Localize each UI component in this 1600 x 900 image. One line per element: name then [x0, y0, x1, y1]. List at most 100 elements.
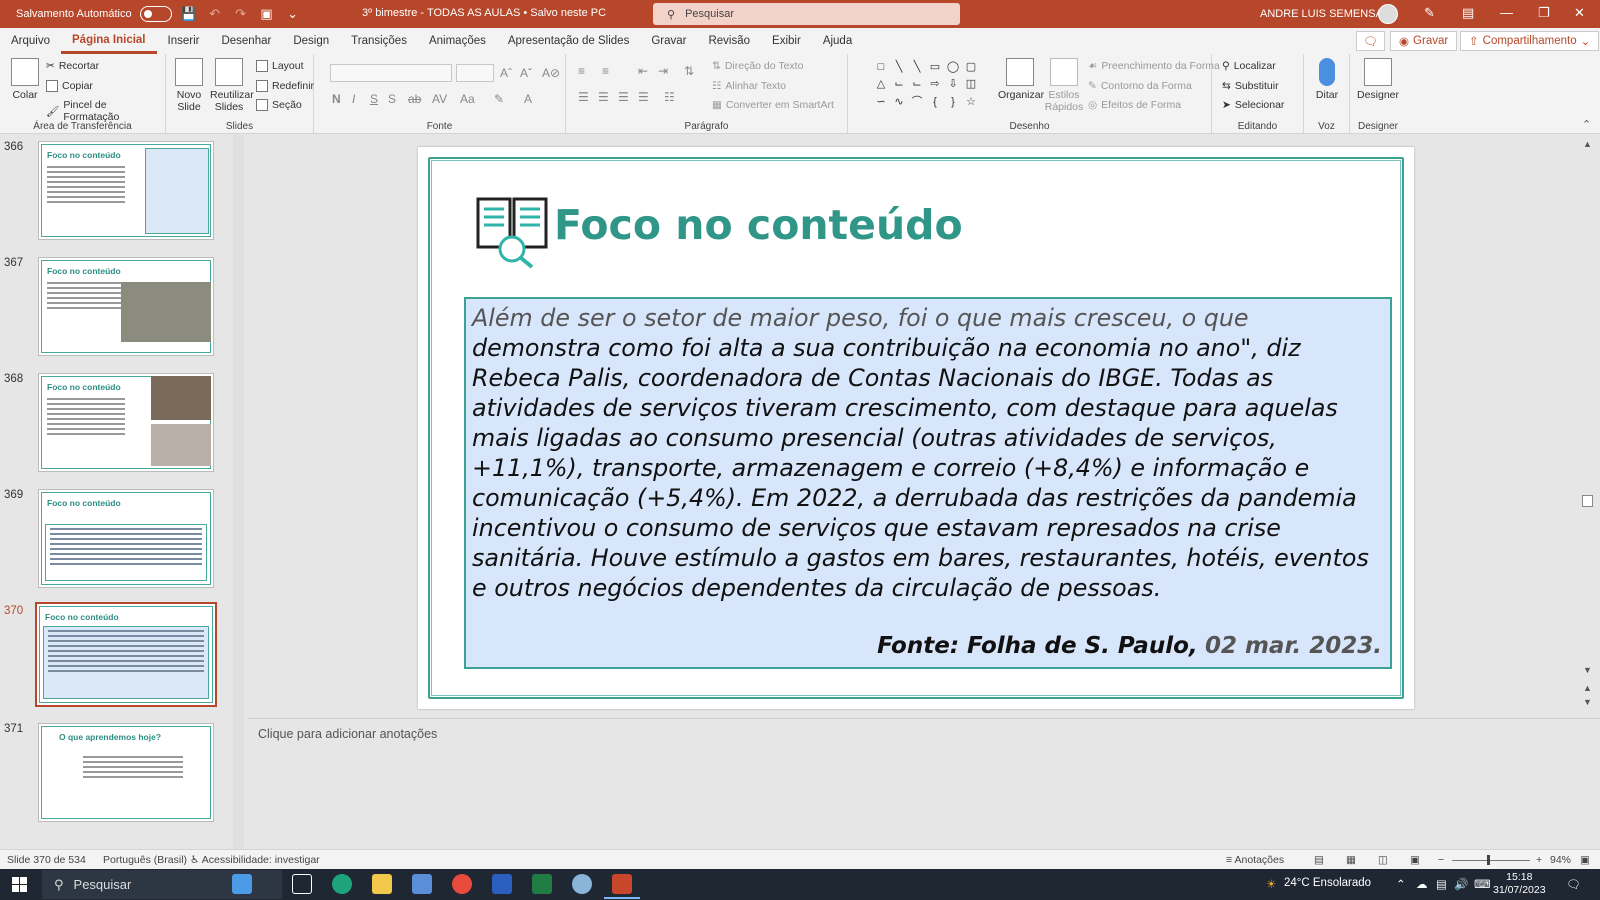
brace-shape-icon[interactable]: }	[945, 95, 961, 110]
line-spacing-icon[interactable]: ⇅	[684, 64, 694, 78]
zoom-level[interactable]: 94%	[1550, 854, 1571, 866]
avatar[interactable]	[1378, 4, 1398, 24]
reuse-slides-button[interactable]: Reutilizar Slides	[210, 58, 254, 113]
file-explorer-icon[interactable]	[372, 874, 392, 894]
slide-sorter-icon[interactable]: ▦	[1346, 854, 1356, 866]
increase-indent-icon[interactable]: ⇥	[658, 64, 668, 78]
zoom-out-icon[interactable]: −	[1438, 854, 1444, 866]
tab-gravar[interactable]: Gravar	[640, 28, 697, 54]
shapes-gallery[interactable]: □ ╲ ╲ ▭ ◯ ▢ △ ⌙ ⌙ ⇨ ⇩ ◫ ∽ ∿ ⌒ { } ☆	[873, 60, 981, 110]
notifications-icon[interactable]: 🗨	[1566, 877, 1581, 891]
store-icon[interactable]	[412, 874, 432, 894]
dictate-button[interactable]: Ditar	[1310, 58, 1344, 101]
fit-slide-icon[interactable]: ▣	[1580, 854, 1590, 866]
font-color-icon[interactable]: A	[524, 92, 532, 106]
minimize-icon[interactable]: —	[1500, 5, 1513, 20]
font-size-box[interactable]	[456, 64, 494, 82]
arrow-down-shape-icon[interactable]: ⇩	[945, 77, 961, 92]
tab-design[interactable]: Design	[282, 28, 340, 54]
slide-thumbnail-367[interactable]: Foco no conteúdo	[38, 257, 214, 356]
network-icon[interactable]: ▤	[1436, 877, 1447, 891]
text-direction-button[interactable]: ⇅ Direção do Texto	[712, 60, 803, 72]
scroll-up-icon[interactable]: ▲	[1583, 139, 1592, 149]
tab-inserir[interactable]: Inserir	[157, 28, 211, 54]
tab-transicoes[interactable]: Transições	[340, 28, 418, 54]
arrow-right-shape-icon[interactable]: ⇨	[927, 77, 943, 92]
decrease-font-icon[interactable]: Aˇ	[520, 66, 532, 80]
customize-toolbar-icon[interactable]: ⌄	[284, 5, 302, 23]
change-case-icon[interactable]: Aa	[460, 92, 475, 106]
increase-font-icon[interactable]: Aˆ	[500, 66, 512, 80]
edge-browser-icon[interactable]	[332, 874, 352, 894]
powerpoint-icon[interactable]	[604, 874, 640, 899]
task-view-icon[interactable]	[292, 874, 312, 894]
rectangle-shape-icon[interactable]: ▭	[927, 60, 943, 75]
tab-revisao[interactable]: Revisão	[697, 28, 761, 54]
columns-icon[interactable]: ☷	[664, 90, 675, 104]
redo-icon[interactable]: ↷	[232, 5, 250, 23]
reading-view-icon[interactable]: ◫	[1378, 854, 1388, 866]
previous-slide-icon[interactable]: ▲	[1583, 683, 1592, 693]
settings-app-icon[interactable]	[572, 874, 592, 894]
highlight-icon[interactable]: ✎	[494, 92, 504, 106]
align-center-icon[interactable]: ☰	[598, 90, 609, 104]
italic-icon[interactable]: I	[352, 92, 355, 106]
language-indicator[interactable]: Português (Brasil)	[103, 854, 187, 866]
slide-scrollbar[interactable]: ▲ ▼ ▲ ▼	[1575, 135, 1600, 718]
justify-icon[interactable]: ☰	[638, 90, 649, 104]
smartart-button[interactable]: ▦ Converter em SmartArt	[712, 99, 834, 111]
notes-placeholder[interactable]: Clique para adicionar anotações	[258, 727, 437, 741]
keyboard-icon[interactable]: ⌨	[1474, 877, 1491, 891]
tab-animacoes[interactable]: Animações	[418, 28, 497, 54]
current-slide[interactable]: Foco no conteúdo Além de ser o setor de …	[418, 147, 1414, 709]
decrease-indent-icon[interactable]: ⇤	[638, 64, 648, 78]
shadow-icon[interactable]: S	[388, 92, 396, 106]
next-slide-icon[interactable]: ▼	[1583, 697, 1592, 707]
autosave-toggle[interactable]	[139, 6, 172, 22]
numbering-icon[interactable]: ≡	[602, 64, 609, 78]
elbow-shape-icon[interactable]: ⌙	[891, 77, 907, 92]
slide-thumbnail-366[interactable]: Foco no conteúdo	[38, 141, 214, 240]
replace-button[interactable]: ⇆ Substituir	[1222, 80, 1279, 92]
cut-button[interactable]: ✂ Recortar	[46, 60, 99, 72]
slide-thumbnail-371[interactable]: O que aprendemos hoje?	[38, 723, 214, 822]
callout-shape-icon[interactable]: ◫	[963, 77, 979, 92]
scroll-thumb[interactable]	[1582, 495, 1593, 507]
triangle-shape-icon[interactable]: △	[873, 77, 889, 92]
char-spacing-icon[interactable]: AV	[432, 92, 447, 106]
record-button[interactable]: ◉ Gravar	[1390, 31, 1458, 51]
close-icon[interactable]: ✕	[1574, 5, 1585, 21]
thumbnail-scrollbar[interactable]	[233, 135, 244, 849]
tab-desenhar[interactable]: Desenhar	[210, 28, 282, 54]
zoom-slider-thumb[interactable]	[1487, 855, 1490, 865]
section-button[interactable]: Seção	[256, 99, 302, 111]
title-search-box[interactable]: ⚲ Pesquisar	[653, 3, 960, 25]
tab-pagina-inicial[interactable]: Página Inicial	[61, 28, 157, 54]
restore-icon[interactable]: ❐	[1538, 5, 1550, 21]
present-from-start-icon[interactable]: ▣	[258, 5, 276, 23]
taskbar-clock[interactable]: 15:18 31/07/2023	[1493, 871, 1546, 897]
slide-thumbnail-369[interactable]: Foco no conteúdo	[38, 489, 214, 588]
scroll-down-icon[interactable]: ▼	[1583, 665, 1592, 675]
save-icon[interactable]: 💾	[180, 5, 198, 23]
strikethrough-icon[interactable]: ab	[408, 92, 421, 106]
align-text-button[interactable]: ☷ Alinhar Texto	[712, 80, 786, 92]
find-button[interactable]: ⚲ Localizar	[1222, 60, 1276, 72]
document-title[interactable]: 3º bimestre - TODAS AS AULAS • Salvo nes…	[362, 7, 606, 19]
slide-title[interactable]: Foco no conteúdo	[554, 201, 963, 249]
rounded-rect-shape-icon[interactable]: ▢	[963, 60, 979, 75]
align-left-icon[interactable]: ☰	[578, 90, 589, 104]
curve-shape-icon[interactable]: ∿	[891, 95, 907, 110]
shape-outline-button[interactable]: ✎ Contorno da Forma	[1088, 80, 1192, 92]
oval-shape-icon[interactable]: ◯	[945, 60, 961, 75]
zoom-slider[interactable]	[1452, 860, 1530, 861]
slide-thumbnail-368[interactable]: Foco no conteúdo	[38, 373, 214, 472]
slide-thumbnail-370[interactable]: Foco no conteúdo	[35, 602, 217, 707]
notes-pane[interactable]: Clique para adicionar anotações	[248, 718, 1600, 849]
new-slide-button[interactable]: Novo Slide	[172, 58, 206, 113]
elbow-shape-icon[interactable]: ⌙	[909, 77, 925, 92]
shape-effects-button[interactable]: ◎ Efeitos de Forma	[1088, 99, 1181, 111]
windows-start-icon[interactable]	[12, 877, 27, 892]
shape-fill-button[interactable]: ☙ Preenchimento da Forma	[1088, 60, 1220, 72]
notes-toggle-button[interactable]: ≡ Anotações	[1226, 854, 1284, 866]
